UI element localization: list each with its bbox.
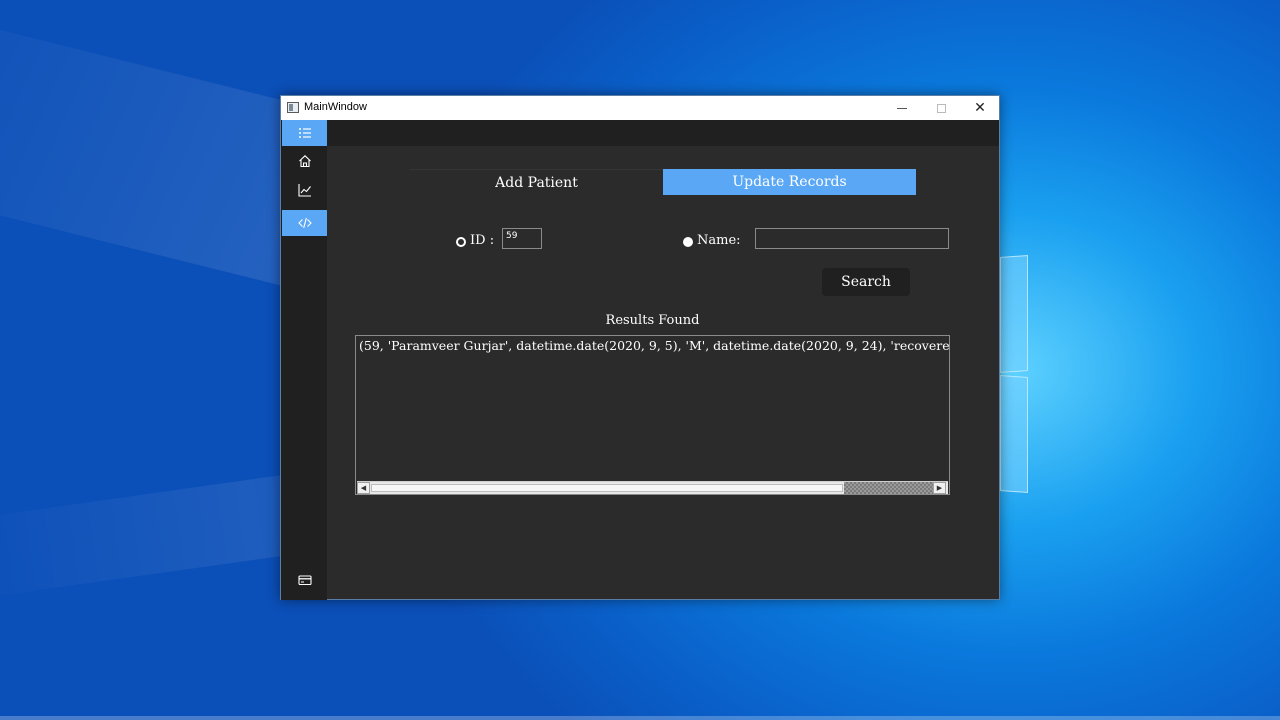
result-row[interactable]: (59, 'Paramveer Gurjar', datetime.date(2… — [359, 338, 949, 353]
scroll-right-button[interactable]: ▶ — [933, 482, 946, 494]
maximize-icon — [936, 103, 946, 113]
tab-add-patient[interactable]: Add Patient — [410, 169, 663, 195]
scroll-track[interactable] — [371, 484, 843, 492]
search-button[interactable]: Search — [822, 268, 910, 296]
id-radio[interactable] — [456, 237, 466, 247]
close-icon: ✕ — [974, 100, 986, 116]
arrow-right-icon: ▶ — [936, 483, 943, 492]
sidebar-item-code[interactable] — [282, 210, 327, 236]
window-title: MainWindow — [304, 101, 367, 113]
main-window: MainWindow ✕ Add Patient Update Records … — [280, 95, 1000, 600]
close-button[interactable]: ✕ — [961, 96, 999, 120]
title-bar[interactable]: MainWindow ✕ — [281, 96, 999, 120]
arrow-left-icon: ◀ — [360, 483, 367, 492]
header-strip — [327, 120, 999, 146]
taskbar-edge — [0, 716, 1280, 720]
id-label: ID : — [470, 233, 495, 248]
results-list[interactable]: (59, 'Paramveer Gurjar', datetime.date(2… — [355, 335, 950, 495]
minimize-icon — [897, 107, 907, 109]
minimize-button[interactable] — [883, 96, 921, 120]
code-icon — [297, 217, 312, 229]
name-label: Name: — [697, 233, 741, 248]
home-icon — [298, 155, 311, 168]
name-input[interactable] — [755, 228, 949, 249]
horizontal-scrollbar[interactable]: ◀ ▶ — [357, 481, 948, 494]
scroll-left-button[interactable]: ◀ — [357, 482, 370, 494]
windows-logo-pane — [1000, 255, 1028, 373]
tab-update-records[interactable]: Update Records — [663, 169, 916, 195]
sidebar-item-home[interactable] — [282, 148, 327, 174]
sidebar — [281, 120, 327, 600]
windows-logo-pane — [1000, 375, 1028, 493]
list-icon — [298, 128, 311, 138]
sidebar-item-billing[interactable] — [282, 567, 327, 593]
scroll-thumb[interactable] — [844, 482, 933, 494]
maximize-button[interactable] — [922, 96, 960, 120]
results-heading: Results Found — [605, 313, 700, 328]
chart-icon — [297, 184, 311, 197]
card-icon — [297, 575, 312, 586]
app-window-icon — [287, 102, 299, 113]
id-input[interactable]: 59 — [502, 228, 542, 249]
sidebar-item-menu[interactable] — [282, 120, 327, 146]
sidebar-item-analytics[interactable] — [282, 177, 327, 203]
name-radio[interactable] — [683, 237, 693, 247]
